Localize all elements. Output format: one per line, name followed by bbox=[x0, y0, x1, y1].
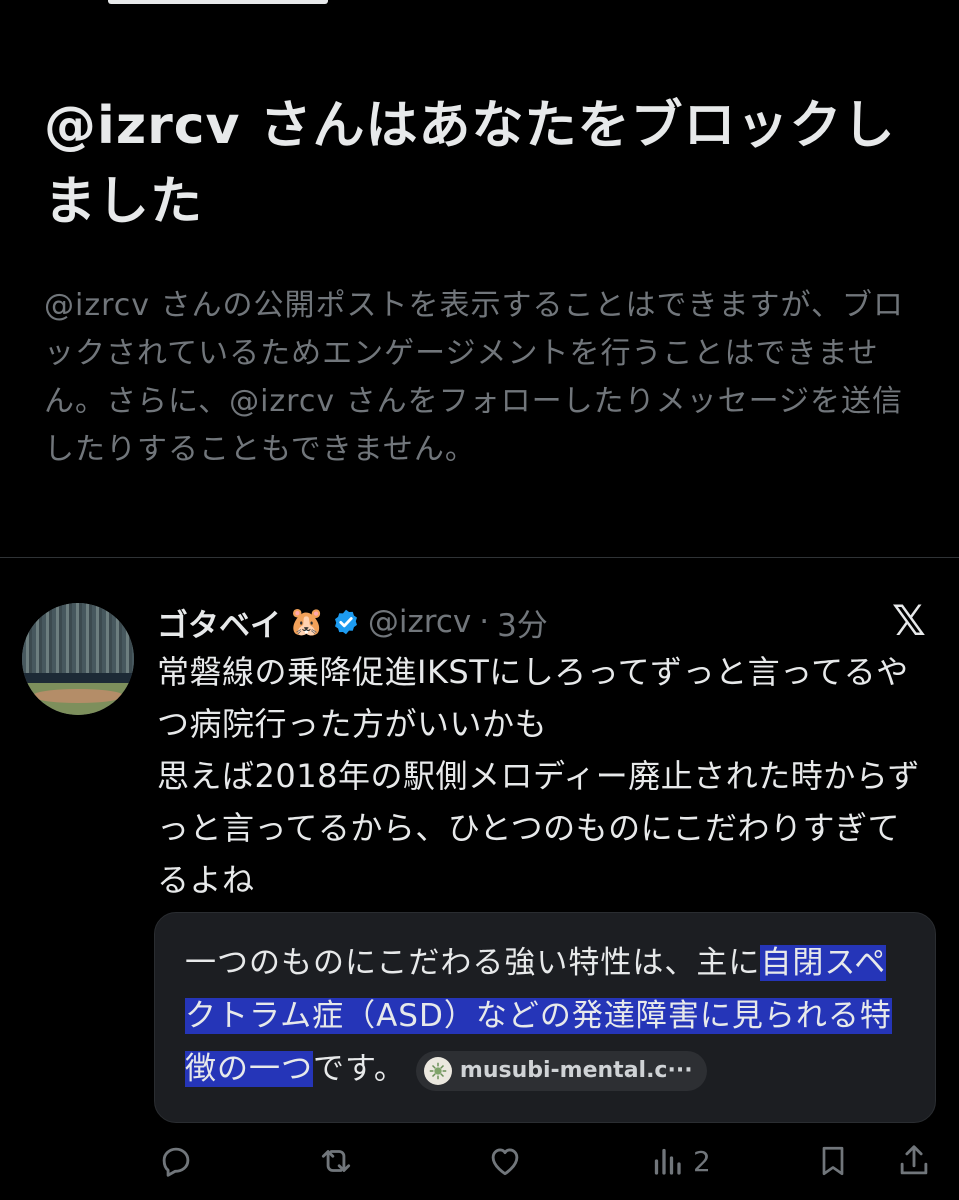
annotation-highlight-1: 自閉スペ bbox=[760, 945, 887, 981]
annotation-plain: 一つのものにこだわる強い特性は、主に bbox=[185, 945, 761, 981]
handle[interactable]: @izrcv bbox=[368, 604, 471, 640]
annotation-text: 一つのものにこだわる強い特性は、主に自閉スペクトラム症（ASD）などの発達障害に… bbox=[185, 937, 915, 1096]
bookmark-icon bbox=[822, 1146, 844, 1176]
separator: · bbox=[479, 604, 490, 640]
annotation-highlight-3: 徴の一つ bbox=[185, 1051, 313, 1087]
source-link: musubi-mental.c··· bbox=[459, 1058, 693, 1083]
bookmark-button[interactable] bbox=[815, 1142, 851, 1180]
post-body: 常磐線の乗降促進IKSTにしろってずっと言ってるやつ病院行った方がいいかも 思え… bbox=[157, 653, 921, 899]
source-chip[interactable]: musubi-mental.c··· bbox=[415, 1050, 707, 1091]
reply-button[interactable] bbox=[157, 1142, 195, 1180]
views-button[interactable]: 2 bbox=[649, 1142, 711, 1180]
post-actions: 2 bbox=[157, 1142, 947, 1192]
repost-button[interactable] bbox=[317, 1142, 355, 1180]
views-count: 2 bbox=[693, 1144, 711, 1178]
blocked-description: @izrcv さんの公開ポストを表示することはできますが、ブロックされているため… bbox=[44, 288, 904, 467]
annotation-card[interactable]: 一つのものにこだわる強い特性は、主に自閉スペクトラム症（ASD）などの発達障害に… bbox=[154, 912, 936, 1123]
post-header: ゴタベイ 🐹 @izrcv · 3分 bbox=[157, 598, 548, 646]
display-name[interactable]: ゴタベイ bbox=[157, 600, 281, 645]
avatar[interactable] bbox=[22, 603, 134, 715]
hamster-emoji-icon: 🐹 bbox=[289, 605, 324, 638]
status-bar-indicator bbox=[108, 0, 328, 4]
verified-badge-icon bbox=[332, 608, 360, 636]
blocked-title: @izrcv さんはあなたをブロックしました bbox=[44, 96, 896, 232]
repost-icon bbox=[321, 1150, 351, 1172]
divider bbox=[0, 557, 959, 558]
like-icon bbox=[491, 1148, 519, 1176]
reply-icon bbox=[162, 1147, 190, 1177]
annotation-highlight-2: クトラム症（ASD）などの発達障害に見られる特 bbox=[185, 998, 892, 1034]
share-button[interactable] bbox=[895, 1142, 933, 1180]
like-button[interactable] bbox=[485, 1142, 525, 1180]
post-text: 常磐線の乗降促進IKSTにしろってずっと言ってるやつ病院行った方がいいかも 思え… bbox=[157, 646, 927, 906]
x-logo-icon[interactable]: 𝕏 bbox=[892, 600, 926, 642]
views-icon bbox=[654, 1148, 681, 1175]
source-favicon-icon bbox=[423, 1056, 452, 1085]
annotation-end: です。 bbox=[313, 1051, 406, 1087]
share-icon bbox=[900, 1145, 928, 1175]
post-time[interactable]: 3分 bbox=[497, 600, 548, 645]
